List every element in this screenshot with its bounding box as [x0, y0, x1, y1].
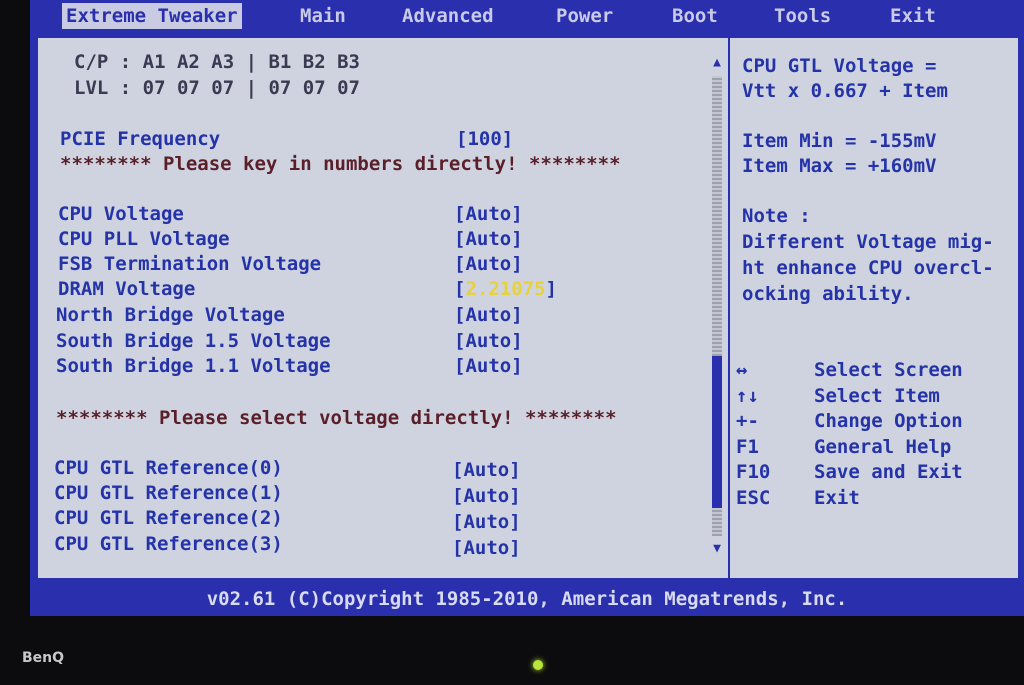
- channel-position-line: C/P : A1 A2 A3 | B1 B2 B3: [74, 51, 360, 73]
- cpu-gtl-ref-1-label: CPU GTL Reference(1): [54, 482, 283, 504]
- key-plus-minus: +-: [736, 410, 759, 433]
- key-desc-general-help: General Help: [814, 435, 952, 458]
- content-area: C/P : A1 A2 A3 | B1 B2 B3 LVL : 07 07 07…: [38, 38, 1018, 578]
- key-legend: ↔ Select Screen ↑↓ Select Item +- Change…: [730, 358, 1018, 518]
- key-desc-change-option: Change Option: [814, 410, 963, 433]
- dram-voltage-bracket-open: [: [454, 278, 466, 300]
- cpu-pll-voltage-value[interactable]: [Auto]: [454, 227, 523, 251]
- help-note-line-3: ocking ability.: [742, 283, 914, 305]
- monitor-brand-logo: BenQ: [22, 650, 65, 666]
- notice-select-voltage: ******** Please select voltage directly!…: [56, 407, 617, 429]
- tab-tools[interactable]: Tools: [770, 3, 835, 29]
- key-esc: ESC: [736, 487, 771, 509]
- key-f1: F1: [736, 435, 759, 458]
- copyright-footer: v02.61 (C)Copyright 1985-2010, American …: [30, 582, 1024, 616]
- tab-power[interactable]: Power: [552, 3, 617, 29]
- key-desc-select-screen: Select Screen: [814, 359, 963, 381]
- scrollbar[interactable]: ▲ ▼: [710, 56, 724, 556]
- menu-bar: Extreme Tweaker Main Advanced Power Boot…: [30, 0, 1024, 32]
- notice-key-numbers: ******** Please key in numbers directly!…: [60, 153, 621, 175]
- settings-panel: C/P : A1 A2 A3 | B1 B2 B3 LVL : 07 07 07…: [38, 38, 730, 578]
- north-bridge-voltage-label: North Bridge Voltage: [56, 304, 285, 326]
- help-note-line-2: ht enhance CPU overcl-: [742, 257, 994, 279]
- cpu-voltage-value[interactable]: [Auto]: [454, 202, 523, 226]
- dram-voltage-label: DRAM Voltage: [58, 278, 196, 300]
- south-bridge-11-voltage-label: South Bridge 1.1 Voltage: [56, 355, 331, 377]
- power-led-icon: [533, 660, 543, 670]
- cpu-gtl-ref-2-value[interactable]: [Auto]: [452, 510, 521, 534]
- pcie-frequency-label: PCIE Frequency: [60, 128, 221, 150]
- up-down-arrow-icon: ↑↓: [736, 384, 759, 407]
- tab-boot[interactable]: Boot: [668, 3, 722, 29]
- bios-screen: Extreme Tweaker Main Advanced Power Boot…: [30, 0, 1024, 616]
- help-line-item-min: Item Min = -155mV: [742, 130, 937, 152]
- pcie-frequency-value[interactable]: [100]: [456, 127, 513, 151]
- help-note-line-1: Different Voltage mig-: [742, 231, 994, 253]
- key-desc-save-exit: Save and Exit: [814, 461, 963, 484]
- left-right-arrow-icon: ↔: [736, 359, 748, 381]
- scroll-up-arrow-icon[interactable]: ▲: [710, 56, 724, 70]
- help-line-1: CPU GTL Voltage =: [742, 55, 937, 77]
- cpu-gtl-ref-2-label: CPU GTL Reference(2): [54, 507, 283, 529]
- cpu-voltage-label: CPU Voltage: [58, 203, 184, 225]
- help-panel: CPU GTL Voltage = Vtt x 0.667 + Item Ite…: [730, 38, 1018, 578]
- help-note-heading: Note :: [742, 205, 811, 227]
- dram-voltage-value[interactable]: [2.21075]: [454, 277, 557, 301]
- tab-exit[interactable]: Exit: [886, 3, 940, 29]
- cpu-gtl-ref-3-value[interactable]: [Auto]: [452, 536, 521, 560]
- dram-voltage-selected-value[interactable]: 2.21075: [465, 278, 545, 300]
- tab-extreme-tweaker[interactable]: Extreme Tweaker: [62, 3, 242, 29]
- cpu-gtl-ref-0-label: CPU GTL Reference(0): [54, 457, 283, 479]
- north-bridge-voltage-value[interactable]: [Auto]: [454, 303, 523, 327]
- help-line-2: Vtt x 0.667 + Item: [742, 80, 948, 102]
- south-bridge-15-voltage-value[interactable]: [Auto]: [454, 329, 523, 353]
- scroll-thumb[interactable]: [712, 356, 722, 508]
- fsb-termination-voltage-value[interactable]: [Auto]: [454, 252, 523, 276]
- tab-main[interactable]: Main: [296, 3, 350, 29]
- key-desc-exit: Exit: [814, 487, 860, 509]
- dram-voltage-bracket-close: ]: [545, 278, 557, 300]
- cpu-gtl-ref-0-value[interactable]: [Auto]: [452, 458, 521, 482]
- cpu-gtl-ref-3-label[interactable]: CPU GTL Reference(3): [54, 532, 283, 556]
- key-f10: F10: [736, 461, 771, 484]
- south-bridge-11-voltage-value[interactable]: [Auto]: [454, 354, 523, 378]
- south-bridge-15-voltage-label: South Bridge 1.5 Voltage: [56, 330, 331, 352]
- cpu-gtl-ref-1-value[interactable]: [Auto]: [452, 484, 521, 508]
- help-line-item-max: Item Max = +160mV: [742, 155, 937, 177]
- key-desc-select-item: Select Item: [814, 384, 940, 407]
- level-line: LVL : 07 07 07 | 07 07 07: [74, 77, 360, 99]
- scroll-down-arrow-icon[interactable]: ▼: [710, 542, 724, 556]
- fsb-termination-voltage-label: FSB Termination Voltage: [58, 253, 322, 275]
- cpu-pll-voltage-label: CPU PLL Voltage: [58, 228, 230, 250]
- tab-advanced[interactable]: Advanced: [398, 3, 498, 29]
